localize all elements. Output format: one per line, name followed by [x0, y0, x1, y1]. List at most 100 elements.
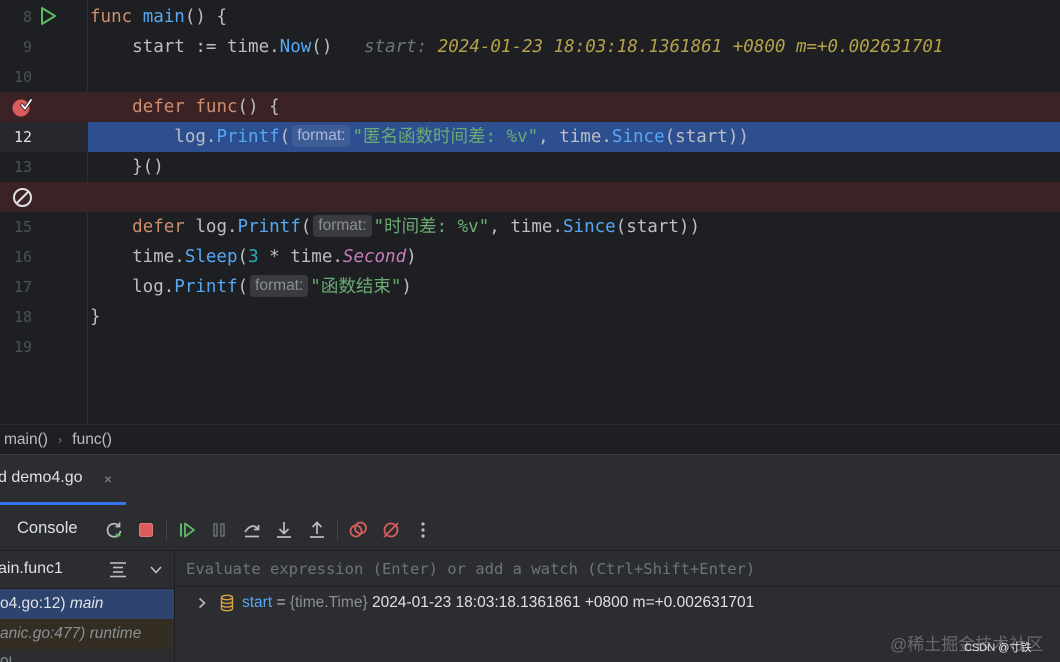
- code-text: func main() {: [90, 2, 227, 32]
- line-number[interactable]: 10: [0, 62, 32, 92]
- code-line[interactable]: 19: [0, 332, 1060, 362]
- resume-icon[interactable]: [176, 519, 198, 541]
- stack-frame-location: 0l: [0, 655, 12, 662]
- code-token: 3: [248, 247, 259, 267]
- line-number[interactable]: 13: [0, 152, 32, 182]
- code-text: }: [90, 302, 101, 332]
- code-token: , time.: [538, 127, 612, 147]
- breakpoint-icon[interactable]: [11, 96, 33, 118]
- line-number[interactable]: 9: [0, 32, 32, 62]
- code-token: (: [279, 127, 291, 147]
- rerun-icon[interactable]: [103, 519, 125, 541]
- watermark-csdn: CSDN @寸铁: [964, 642, 1032, 654]
- line-number[interactable]: 19: [0, 332, 32, 362]
- code-token: Printf: [216, 127, 280, 147]
- debug-tab-bar: d demo4.go ×: [0, 455, 1060, 505]
- code-token: (: [300, 217, 312, 237]
- code-text: log.Printf(format: "函数结束"): [90, 272, 412, 302]
- code-line[interactable]: 12 log.Printf(format: "匿名函数时间差: %v", time…: [0, 122, 1060, 152]
- variable-field-icon: [220, 594, 234, 612]
- code-token: Printf: [174, 277, 238, 297]
- chevron-right-icon[interactable]: [196, 596, 208, 610]
- line-number[interactable]: 16: [0, 242, 32, 272]
- code-token: log.: [90, 127, 217, 147]
- code-text: time.Sleep(3 * time.Second): [90, 242, 417, 272]
- pause-icon[interactable]: [208, 519, 230, 541]
- step-into-icon[interactable]: [273, 519, 295, 541]
- evaluate-expression-input[interactable]: [176, 551, 1060, 587]
- toolbar-separator: [166, 519, 167, 541]
- code-line[interactable]: [0, 182, 1060, 212]
- stack-frame-location: anic.go:477): [0, 625, 86, 642]
- line-number[interactable]: 12: [0, 122, 32, 152]
- code-line[interactable]: 15 defer log.Printf(format: "时间差: %v", ti…: [0, 212, 1060, 242]
- code-token: time: [226, 37, 270, 57]
- stack-frame[interactable]: 0l: [0, 649, 174, 662]
- list-filter-icon[interactable]: [108, 561, 128, 579]
- mute-breakpoints-icon[interactable]: [380, 519, 402, 541]
- code-token: Now: [279, 37, 312, 57]
- line-number[interactable]: 8: [0, 2, 32, 32]
- code-token: log.: [90, 277, 175, 297]
- run-gutter-icon[interactable]: [38, 6, 58, 26]
- code-token: Sleep: [184, 247, 238, 267]
- stop-icon[interactable]: [135, 519, 157, 541]
- stack-frame[interactable]: o4.go:12) main: [0, 589, 174, 619]
- code-token: (: [237, 277, 249, 297]
- code-token: time.: [90, 247, 185, 267]
- code-token: }(): [90, 157, 164, 177]
- breadcrumb-item-main[interactable]: main(): [0, 431, 48, 449]
- inline-debug-value: start:: [363, 37, 438, 57]
- code-text: defer func() {: [90, 92, 280, 122]
- code-token: Second: [342, 247, 407, 267]
- parameter-hint: format:: [292, 125, 351, 147]
- code-token: start :=: [90, 37, 227, 57]
- code-token: log.: [195, 217, 238, 237]
- code-token: ): [406, 247, 417, 267]
- code-line[interactable]: 17 log.Printf(format: "函数结束"): [0, 272, 1060, 302]
- code-text: start := time.Now() start: 2024-01-23 18…: [90, 32, 943, 62]
- line-number[interactable]: 15: [0, 212, 32, 242]
- console-tab[interactable]: Console: [17, 519, 78, 538]
- code-line[interactable]: 16 time.Sleep(3 * time.Second): [0, 242, 1060, 272]
- code-token: , time.: [489, 217, 564, 237]
- tab-close-icon[interactable]: ×: [104, 471, 112, 487]
- stack-frame-function: main: [69, 595, 104, 612]
- muted-breakpoint-icon[interactable]: [12, 187, 33, 208]
- tab-debug-session-label: d demo4.go: [0, 469, 83, 486]
- code-line[interactable]: 18}: [0, 302, 1060, 332]
- code-text: }(): [90, 152, 164, 182]
- parameter-hint: format:: [250, 275, 309, 297]
- line-number[interactable]: 17: [0, 272, 32, 302]
- line-number[interactable]: 18: [0, 302, 32, 332]
- step-over-icon[interactable]: [241, 519, 263, 541]
- thread-name: ain.func1: [0, 560, 63, 577]
- view-breakpoints-icon[interactable]: [347, 519, 369, 541]
- step-out-icon[interactable]: [306, 519, 328, 541]
- code-token: (start)): [615, 217, 700, 237]
- chevron-down-icon[interactable]: [148, 563, 164, 577]
- code-token: () {: [237, 97, 280, 117]
- code-token: "时间差: %v": [373, 217, 490, 237]
- code-token: Since: [611, 127, 665, 147]
- tab-active-underline: [0, 502, 126, 505]
- code-line[interactable]: 9 start := time.Now() start: 2024-01-23 …: [0, 32, 1060, 62]
- breadcrumb-item-func[interactable]: func(): [72, 431, 112, 449]
- frames-panel: ain.func1 o4.go:12) main anic.go:477) ru…: [0, 551, 175, 662]
- variable-row[interactable]: start = {time.Time} 2024-01-23 18:03:18.…: [176, 588, 1060, 618]
- variable-text: start = {time.Time} 2024-01-23 18:03:18.…: [242, 588, 754, 618]
- stack-frame[interactable]: anic.go:477) runtime: [0, 619, 174, 649]
- tab-debug-session[interactable]: d demo4.go ×: [0, 455, 126, 505]
- code-line[interactable]: 8 func main() {: [0, 2, 1060, 32]
- thread-selector[interactable]: ain.func1: [0, 551, 174, 589]
- code-line[interactable]: defer func() {: [0, 92, 1060, 122]
- toolbar-separator: [337, 519, 338, 541]
- code-line[interactable]: 13 }(): [0, 152, 1060, 182]
- code-token: defer func: [132, 97, 238, 117]
- code-line[interactable]: 10: [0, 62, 1060, 92]
- more-options-icon[interactable]: [412, 519, 434, 541]
- variable-value: 2024-01-23 18:03:18.1361861 +0800 m=+0.0…: [367, 594, 755, 611]
- code-editor[interactable]: 8 func main() {9 start := time.Now() star…: [0, 0, 1060, 424]
- stack-frame-function: runtime: [89, 625, 142, 642]
